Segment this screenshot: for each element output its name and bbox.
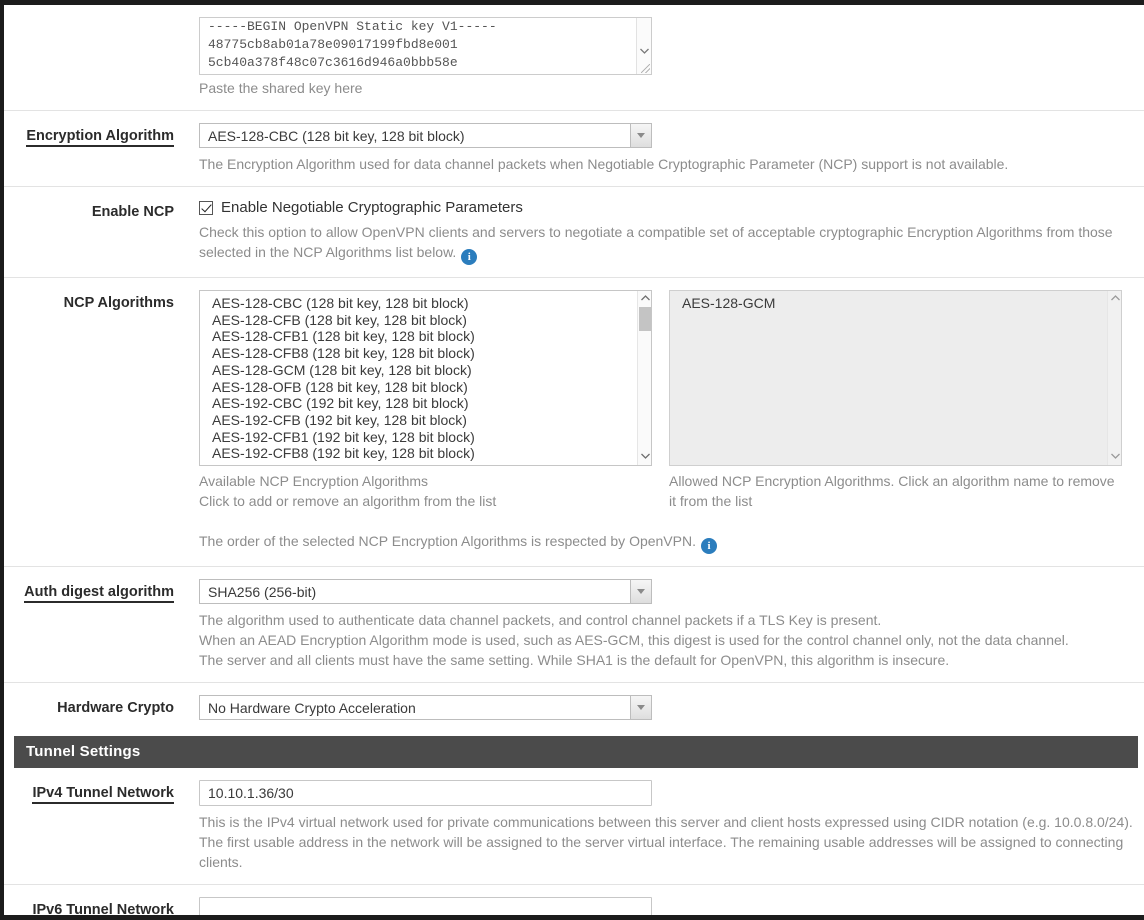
ncp-order-note: The order of the selected NCP Encryption… [199, 533, 1134, 554]
available-ncp-help-line2: Click to add or remove an algorithm from… [199, 493, 497, 509]
ipv4-tunnel-network-row: IPv4 Tunnel Network 10.10.1.36/30 This i… [4, 768, 1144, 885]
encryption-algorithm-row: Encryption Algorithm AES-128-CBC (128 bi… [4, 111, 1144, 187]
available-list-scrollbar[interactable] [637, 291, 651, 465]
hardware-crypto-select[interactable]: No Hardware Crypto Acceleration [199, 695, 652, 720]
chevron-down-icon[interactable] [630, 580, 651, 603]
enable-ncp-row: Enable NCP Enable Negotiable Cryptograph… [4, 187, 1144, 278]
available-algorithm-item[interactable]: AES-128-GCM (128 bit key, 128 bit block) [200, 362, 651, 379]
shared-key-help: Paste the shared key here [199, 80, 363, 96]
shared-key-textarea[interactable]: -----BEGIN OpenVPN Static key V1----- 48… [199, 17, 652, 75]
chevron-down-icon[interactable] [630, 696, 651, 719]
allowed-algorithm-item[interactable]: AES-128-GCM [670, 295, 1121, 312]
available-algorithm-item[interactable]: AES-192-CBC (192 bit key, 128 bit block) [200, 395, 651, 412]
chevron-up-icon[interactable] [1108, 293, 1121, 305]
available-algorithm-item[interactable]: AES-128-OFB (128 bit key, 128 bit block) [200, 379, 651, 396]
ncp-algorithms-row: NCP Algorithms AES-128-CBC (128 bit key,… [4, 278, 1144, 567]
allowed-ncp-algorithms-listbox[interactable]: AES-128-GCM [669, 290, 1122, 466]
tunnel-settings-section: Tunnel Settings [4, 730, 1144, 768]
auth-digest-help-line2: When an AEAD Encryption Algorithm mode i… [199, 632, 1069, 648]
allowed-ncp-algorithms-list[interactable]: AES-128-GCM [670, 291, 1121, 312]
chevron-down-icon[interactable] [1108, 451, 1121, 463]
available-algorithm-item[interactable]: AES-192-CFB1 (192 bit key, 128 bit block… [200, 429, 651, 446]
auth-digest-row: Auth digest algorithm SHA256 (256-bit) T… [4, 567, 1144, 683]
available-algorithm-item[interactable]: AES-192-CFB8 (192 bit key, 128 bit block… [200, 445, 651, 462]
enable-ncp-checkbox[interactable] [199, 200, 213, 215]
hardware-crypto-row: Hardware Crypto No Hardware Crypto Accel… [4, 683, 1144, 730]
ncp-algorithms-label: NCP Algorithms [63, 295, 174, 311]
info-icon[interactable]: i [461, 249, 478, 265]
resize-grip-icon[interactable] [641, 64, 650, 73]
enable-ncp-checkbox-label: Enable Negotiable Cryptographic Paramete… [221, 199, 523, 216]
available-algorithm-item[interactable]: AES-192-CFB (192 bit key, 128 bit block) [200, 412, 651, 429]
encryption-algorithm-label: Encryption Algorithm [4, 111, 188, 147]
ipv4-tunnel-network-label: IPv4 Tunnel Network [4, 768, 188, 804]
available-algorithm-item[interactable]: AES-128-CFB (128 bit key, 128 bit block) [200, 312, 651, 329]
hardware-crypto-value: No Hardware Crypto Acceleration [208, 699, 416, 716]
ipv4-tunnel-network-value: 10.10.1.36/30 [208, 785, 294, 801]
ipv6-tunnel-network-row: IPv6 Tunnel Network This is the IPv6 vir… [4, 885, 1144, 918]
ipv4-tunnel-network-help: This is the IPv4 virtual network used fo… [199, 814, 1133, 870]
chevron-up-icon[interactable] [638, 293, 651, 305]
ipv4-tunnel-network-input[interactable]: 10.10.1.36/30 [199, 780, 652, 806]
allowed-list-scrollbar[interactable] [1107, 291, 1121, 465]
available-algorithm-item[interactable]: AES-128-CBC (128 bit key, 128 bit block) [200, 295, 651, 312]
enable-ncp-help-text: Check this option to allow OpenVPN clien… [199, 224, 1113, 260]
chevron-down-icon[interactable] [640, 48, 649, 54]
available-algorithm-item[interactable]: AES-128-CFB1 (128 bit key, 128 bit block… [200, 328, 651, 345]
available-ncp-algorithms-listbox[interactable]: AES-128-CBC (128 bit key, 128 bit block)… [199, 290, 652, 466]
encryption-algorithm-select[interactable]: AES-128-CBC (128 bit key, 128 bit block) [199, 123, 652, 148]
ipv6-tunnel-network-label: IPv6 Tunnel Network [32, 902, 174, 918]
available-ncp-help-line1: Available NCP Encryption Algorithms [199, 473, 429, 489]
auth-digest-value: SHA256 (256-bit) [208, 583, 317, 600]
available-ncp-algorithms-list[interactable]: AES-128-CBC (128 bit key, 128 bit block)… [200, 291, 651, 462]
tunnel-settings-header: Tunnel Settings [14, 736, 1138, 768]
encryption-algorithm-help: The Encryption Algorithm used for data c… [199, 156, 1009, 172]
chevron-down-icon[interactable] [630, 124, 651, 147]
scrollbar-thumb[interactable] [639, 307, 651, 331]
ncp-order-note-text: The order of the selected NCP Encryption… [199, 533, 696, 549]
openvpn-server-settings-page: -----BEGIN OpenVPN Static key V1----- 48… [0, 0, 1144, 920]
available-algorithm-item[interactable]: AES-128-CFB8 (128 bit key, 128 bit block… [200, 345, 651, 362]
info-icon[interactable]: i [701, 538, 717, 554]
auth-digest-help-line3: The server and all clients must have the… [199, 652, 950, 668]
enable-ncp-checkbox-group[interactable]: Enable Negotiable Cryptographic Paramete… [199, 199, 1134, 216]
auth-digest-help-line1: The algorithm used to authenticate data … [199, 612, 882, 628]
allowed-ncp-help: Allowed NCP Encryption Algorithms. Click… [669, 473, 1115, 509]
encryption-algorithm-value: AES-128-CBC (128 bit key, 128 bit block) [208, 127, 465, 144]
shared-key-value: -----BEGIN OpenVPN Static key V1----- 48… [208, 19, 497, 70]
auth-digest-select[interactable]: SHA256 (256-bit) [199, 579, 652, 604]
auth-digest-label: Auth digest algorithm [4, 567, 188, 603]
enable-ncp-help: Check this option to allow OpenVPN clien… [199, 222, 1134, 265]
hardware-crypto-label: Hardware Crypto [57, 700, 174, 716]
chevron-down-icon[interactable] [638, 451, 651, 463]
shared-key-label [4, 5, 188, 21]
shared-key-row: -----BEGIN OpenVPN Static key V1----- 48… [4, 5, 1144, 111]
ipv6-tunnel-network-input[interactable] [199, 897, 652, 915]
enable-ncp-label: Enable NCP [91, 204, 174, 220]
